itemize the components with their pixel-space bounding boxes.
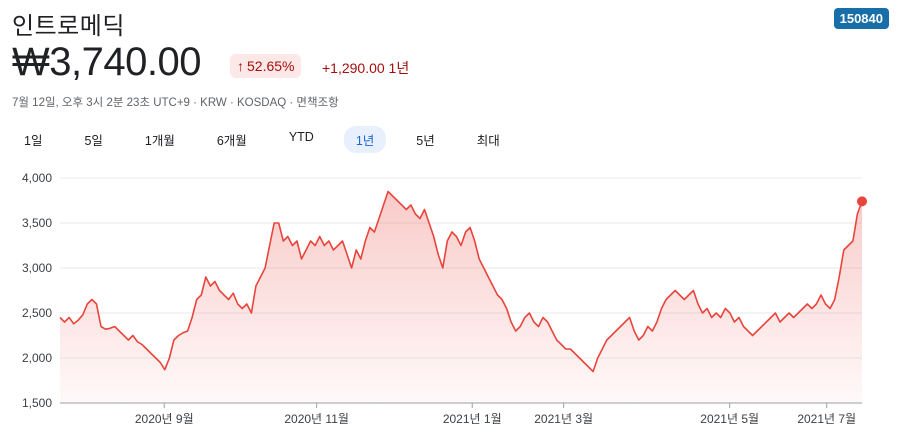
tab-5d[interactable]: 5일 bbox=[72, 126, 114, 153]
y-tick-label: 3,500 bbox=[22, 216, 52, 230]
price-meta: 7월 12일, 오후 3시 2분 23초 UTC+9 · KRW · KOSDA… bbox=[12, 97, 339, 109]
arrow-up-icon: ↑ bbox=[237, 58, 244, 74]
range-tabs: 1일 5일 1개월 6개월 YTD 1년 5년 최대 bbox=[12, 126, 530, 153]
tab-max[interactable]: 최대 bbox=[465, 126, 512, 153]
x-tick-label: 2021년 7월 bbox=[797, 412, 856, 426]
x-tick-label: 2020년 11월 bbox=[284, 412, 349, 426]
y-tick-label: 4,000 bbox=[22, 171, 52, 185]
x-tick-label: 2021년 1월 bbox=[443, 412, 502, 426]
tab-1y[interactable]: 1년 bbox=[343, 126, 387, 153]
ticker-badge[interactable]: 150840 bbox=[833, 8, 889, 29]
current-price-point bbox=[857, 196, 867, 207]
change-percent: 52.65% bbox=[247, 58, 295, 74]
x-tick-label: 2020년 9월 bbox=[135, 412, 194, 426]
tab-6m[interactable]: 6개월 bbox=[205, 126, 259, 153]
y-tick-label: 2,000 bbox=[22, 351, 52, 365]
tab-1m[interactable]: 1개월 bbox=[133, 126, 187, 153]
x-tick-label: 2021년 5월 bbox=[700, 412, 759, 426]
change-absolute: +1,290.00 1년 bbox=[322, 60, 410, 76]
tab-1d[interactable]: 1일 bbox=[12, 126, 54, 153]
x-tick-label: 2021년 3월 bbox=[534, 412, 593, 426]
tab-ytd[interactable]: YTD bbox=[277, 126, 326, 153]
price-chart[interactable]: 4,000 3,500 3,000 2,500 2,000 1,500 2020년 9월 2… bbox=[0, 160, 897, 444]
tab-5y[interactable]: 5년 bbox=[404, 126, 446, 153]
y-tick-label: 2,500 bbox=[22, 306, 52, 320]
stock-name: 인트로메딕 bbox=[12, 12, 125, 40]
current-price: ₩3,740.00 bbox=[12, 40, 201, 84]
y-tick-label: 1,500 bbox=[22, 396, 52, 410]
y-tick-label: 3,000 bbox=[22, 261, 52, 275]
change-percent-badge: ↑ 52.65% bbox=[230, 54, 302, 78]
